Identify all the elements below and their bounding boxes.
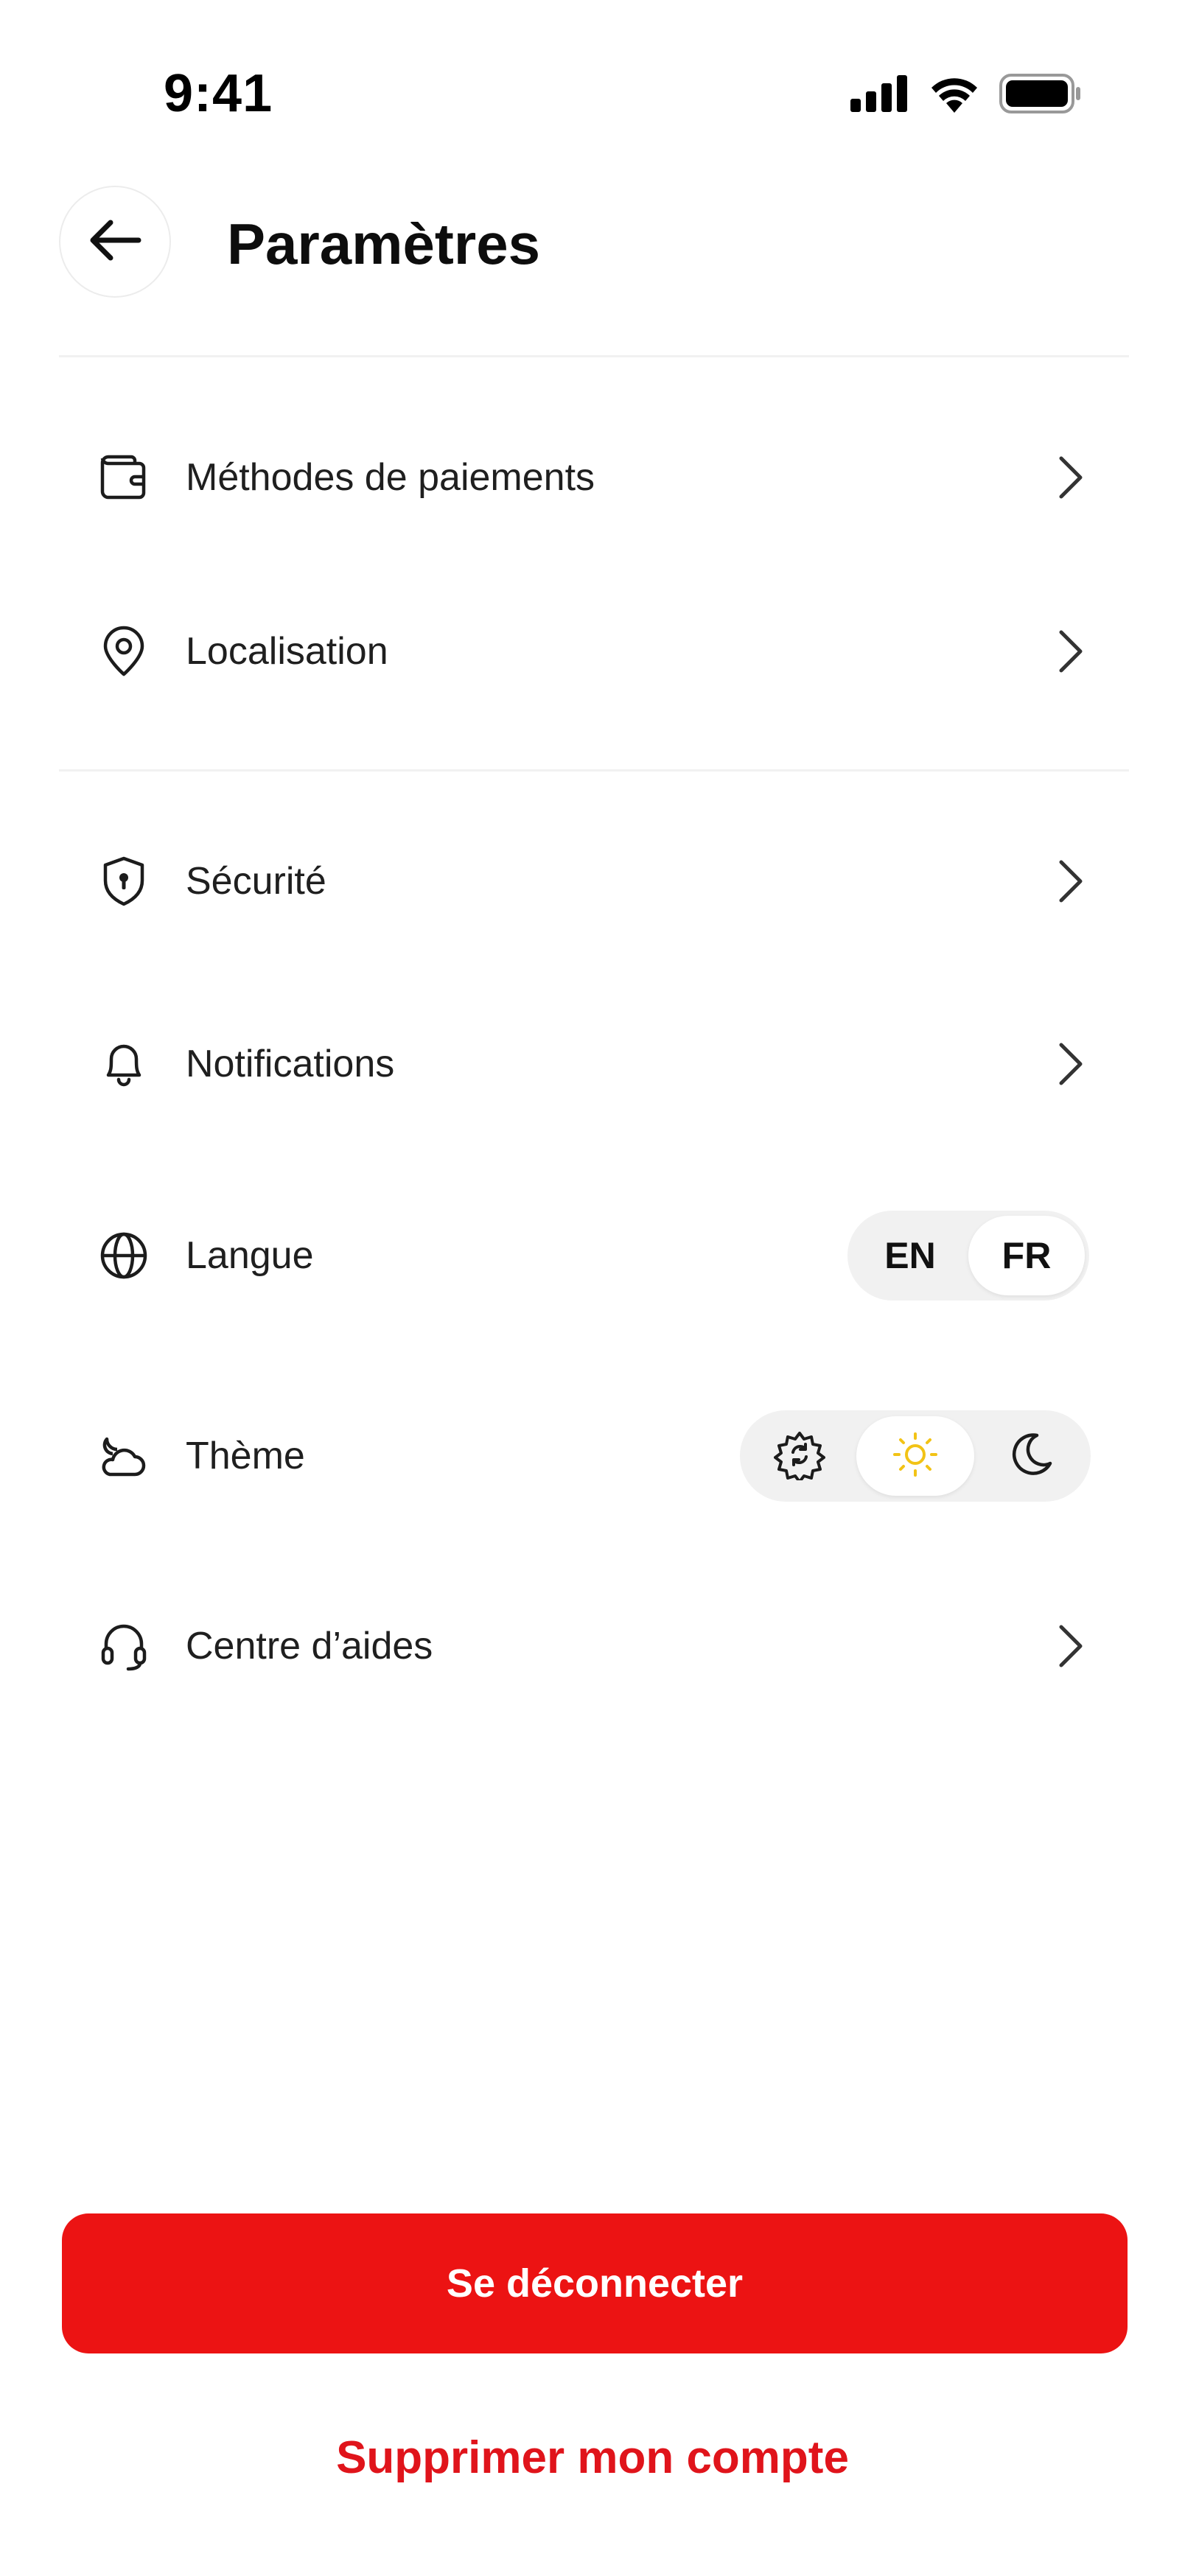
wifi-icon	[929, 74, 980, 116]
logout-button[interactable]: Se déconnecter	[62, 2213, 1128, 2353]
wallet-icon	[97, 451, 150, 504]
delete-account-link[interactable]: Supprimer mon compte	[0, 2432, 1185, 2484]
settings-item-security[interactable]: Sécurité	[59, 822, 1129, 940]
chevron-right-icon	[1048, 855, 1092, 908]
settings-item-help-center[interactable]: Centre d’aides	[59, 1587, 1129, 1705]
settings-item-label: Méthodes de paiements	[186, 456, 595, 499]
settings-item-label: Sécurité	[186, 860, 326, 903]
settings-item-label: Centre d’aides	[186, 1625, 433, 1667]
chevron-right-icon	[1048, 451, 1092, 504]
gear-icon	[774, 1429, 826, 1484]
header: Paramètres	[0, 184, 1185, 302]
theme-toggle	[740, 1410, 1091, 1502]
headset-icon	[97, 1620, 150, 1673]
settings-item-label: Localisation	[186, 630, 388, 673]
settings-item-theme: Thème	[59, 1397, 1129, 1515]
theme-option-dark[interactable]	[976, 1416, 1086, 1496]
moon-icon	[1007, 1431, 1055, 1482]
signal-icon	[850, 74, 909, 116]
sun-icon	[892, 1431, 939, 1482]
chevron-right-icon	[1048, 1037, 1092, 1091]
shield-lock-icon	[97, 855, 150, 908]
status-bar: 9:41	[0, 0, 1185, 147]
divider	[59, 769, 1129, 771]
theme-option-light[interactable]	[856, 1416, 974, 1496]
language-option-en[interactable]: EN	[852, 1216, 968, 1295]
settings-item-label: Thème	[186, 1435, 305, 1477]
settings-item-language: Langue EN FR	[59, 1197, 1129, 1315]
settings-item-notifications[interactable]: Notifications	[59, 1005, 1129, 1123]
divider	[59, 355, 1129, 357]
battery-icon	[999, 73, 1082, 117]
chevron-right-icon	[1048, 1620, 1092, 1673]
globe-icon	[97, 1229, 150, 1282]
chevron-right-icon	[1048, 625, 1092, 678]
cloud-sun-icon	[97, 1429, 150, 1483]
page-title: Paramètres	[227, 211, 540, 276]
settings-item-label: Langue	[186, 1234, 314, 1277]
settings-item-label: Notifications	[186, 1043, 395, 1085]
location-pin-icon	[97, 625, 150, 678]
language-toggle: EN FR	[847, 1211, 1089, 1301]
status-time: 9:41	[164, 64, 273, 123]
arrow-left-icon	[88, 218, 141, 266]
language-option-fr[interactable]: FR	[968, 1216, 1085, 1295]
theme-option-system[interactable]	[744, 1416, 855, 1496]
status-icons	[850, 72, 1082, 118]
back-button[interactable]	[59, 186, 171, 298]
bell-icon	[97, 1037, 150, 1091]
settings-item-location[interactable]: Localisation	[59, 592, 1129, 710]
settings-item-payment-methods[interactable]: Méthodes de paiements	[59, 419, 1129, 536]
